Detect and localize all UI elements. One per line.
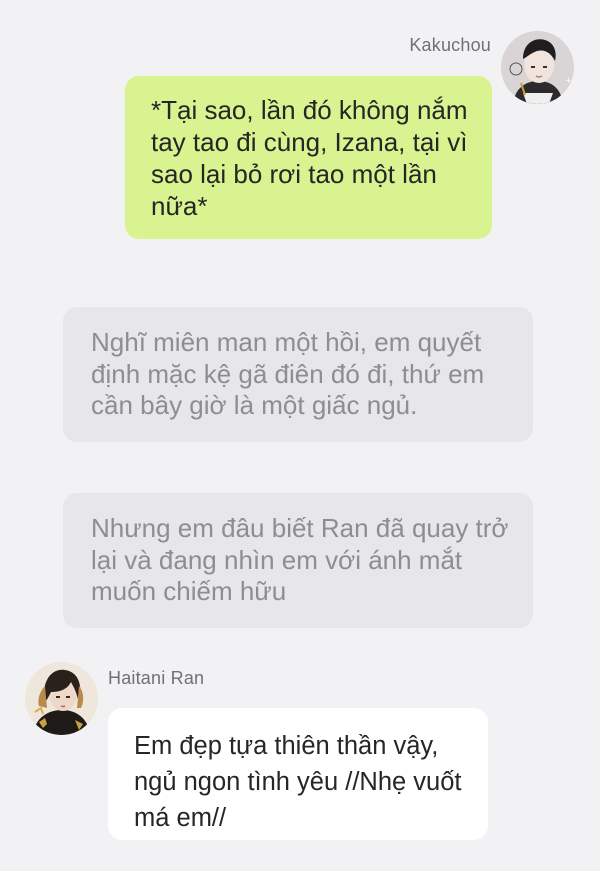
kakuchou-avatar-icon[interactable]: + xyxy=(501,31,574,104)
narration-bubble-2[interactable]: Nhưng em đâu biết Ran đã quay trở lại và… xyxy=(63,493,533,628)
sender-name-haitani-ran: Haitani Ran xyxy=(108,668,205,688)
sender-name-kakuchou: Kakuchou xyxy=(409,35,491,55)
received-message-text: Em đẹp tựa thiên thần vậy, ngủ ngon tình… xyxy=(134,732,462,832)
received-message-bubble[interactable]: Em đẹp tựa thiên thần vậy, ngủ ngon tình… xyxy=(108,708,488,840)
narration-bubble-1[interactable]: Nghĩ miên man một hồi, em quyết định mặc… xyxy=(63,307,533,442)
sent-message-text: *Tại sao, lần đó không nắm tay tao đi cù… xyxy=(151,95,468,221)
svg-text:+: + xyxy=(565,76,572,85)
narration-text-2: Nhưng em đâu biết Ran đã quay trở lại và… xyxy=(91,513,509,606)
narration-text-1: Nghĩ miên man một hồi, em quyết định mặc… xyxy=(91,327,485,420)
haitani-ran-avatar-icon[interactable] xyxy=(25,662,98,735)
sent-message-bubble[interactable]: *Tại sao, lần đó không nắm tay tao đi cù… xyxy=(125,76,492,239)
